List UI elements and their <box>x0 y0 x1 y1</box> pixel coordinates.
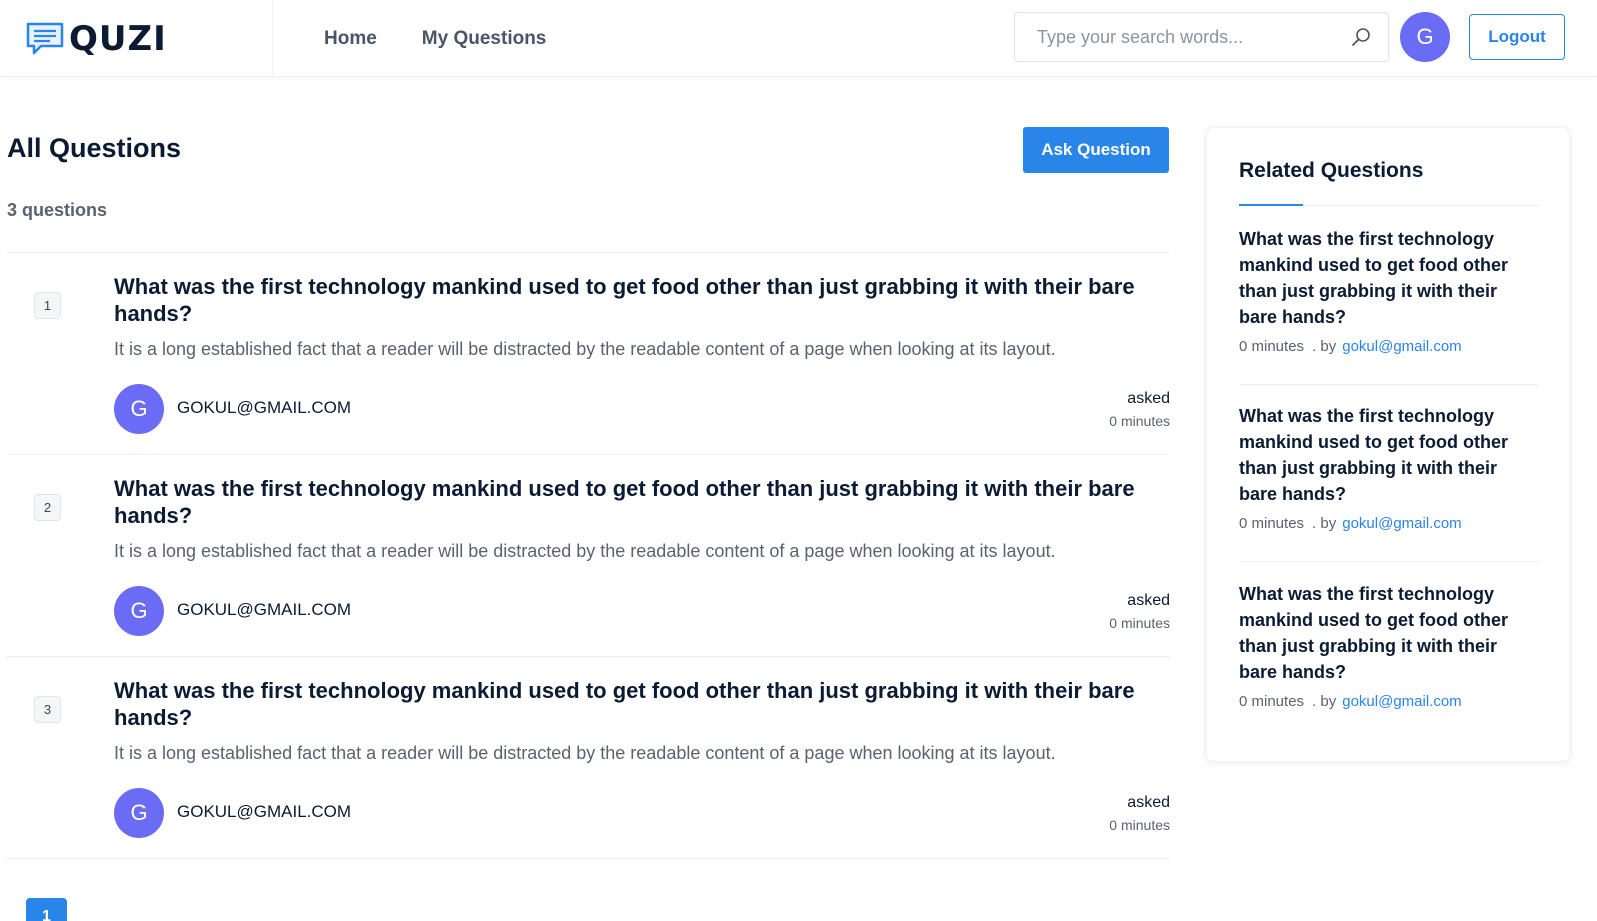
divider <box>1239 384 1539 385</box>
question-row: 3 What was the first technology mankind … <box>6 657 1170 859</box>
pagination-page-1[interactable]: 1 <box>26 898 67 921</box>
chat-bubble-icon <box>26 22 64 54</box>
related-question-time: 0 minutes <box>1239 515 1305 532</box>
nav-home-link[interactable]: Home <box>324 28 377 50</box>
question-count: 3 questions <box>7 200 108 220</box>
page-title: All Questions <box>7 133 182 163</box>
user-avatar[interactable]: G <box>1400 12 1450 62</box>
question-excerpt: It is a long established fact that a rea… <box>114 743 1056 763</box>
top-navbar: QUZI Home My Questions G Logout <box>0 0 1597 77</box>
author-email: GOKUL@GMAIL.COM <box>177 600 352 619</box>
question-excerpt: It is a long established fact that a rea… <box>114 339 1056 359</box>
brand-logo-link[interactable]: QUZI <box>0 0 273 77</box>
asked-time: 0 minutes <box>1109 413 1170 429</box>
author-avatar: G <box>114 586 164 636</box>
related-question-link[interactable]: What was the first technology mankind us… <box>1239 226 1539 330</box>
title-accent-bar <box>1239 204 1303 206</box>
related-questions-title: Related Questions <box>1239 159 1424 182</box>
author-email-link[interactable]: gokul@gmail.com <box>1342 515 1461 532</box>
logout-button[interactable]: Logout <box>1469 14 1565 60</box>
main-nav: Home My Questions <box>324 0 546 77</box>
search-input[interactable] <box>1037 26 1350 48</box>
related-questions-panel: Related Questions What was the first tec… <box>1206 127 1570 762</box>
author-email-link[interactable]: gokul@gmail.com <box>1342 693 1461 710</box>
author-email: GOKUL@GMAIL.COM <box>177 398 352 417</box>
asked-label: asked <box>1127 390 1170 407</box>
asked-time: 0 minutes <box>1109 615 1170 631</box>
related-question-item: What was the first technology mankind us… <box>1239 403 1539 532</box>
related-question-meta: 0 minutes . by gokul@gmail.com <box>1239 515 1539 532</box>
question-excerpt: It is a long established fact that a rea… <box>114 541 1056 561</box>
related-question-time: 0 minutes <box>1239 338 1305 355</box>
related-question-item: What was the first technology mankind us… <box>1239 226 1539 355</box>
by-label: . by <box>1312 693 1337 710</box>
question-title-link[interactable]: What was the first technology mankind us… <box>114 273 1154 327</box>
question-title-link[interactable]: What was the first technology mankind us… <box>114 475 1154 529</box>
question-number-badge: 1 <box>34 292 61 319</box>
author-email: GOKUL@GMAIL.COM <box>177 802 352 821</box>
question-row: 1 What was the first technology mankind … <box>6 253 1170 455</box>
asked-time: 0 minutes <box>1109 817 1170 833</box>
asked-label: asked <box>1127 794 1170 811</box>
author-email-link[interactable]: gokul@gmail.com <box>1342 338 1461 355</box>
question-number-badge: 3 <box>34 696 61 723</box>
related-question-link[interactable]: What was the first technology mankind us… <box>1239 403 1539 507</box>
nav-my-questions-link[interactable]: My Questions <box>422 28 547 50</box>
author-avatar: G <box>114 788 164 838</box>
question-list: 1 What was the first technology mankind … <box>6 252 1170 859</box>
by-label: . by <box>1312 515 1337 532</box>
search-box <box>1014 12 1389 62</box>
question-row: 2 What was the first technology mankind … <box>6 455 1170 657</box>
related-question-meta: 0 minutes . by gokul@gmail.com <box>1239 338 1539 355</box>
ask-question-button[interactable]: Ask Question <box>1023 127 1169 173</box>
by-label: . by <box>1312 338 1337 355</box>
author-avatar: G <box>114 384 164 434</box>
question-title-link[interactable]: What was the first technology mankind us… <box>114 677 1154 731</box>
related-question-item: What was the first technology mankind us… <box>1239 581 1539 710</box>
brand-name: QUZI <box>69 18 167 59</box>
search-icon[interactable] <box>1350 26 1372 48</box>
related-question-meta: 0 minutes . by gokul@gmail.com <box>1239 693 1539 710</box>
related-question-time: 0 minutes <box>1239 693 1305 710</box>
related-question-link[interactable]: What was the first technology mankind us… <box>1239 581 1539 685</box>
asked-label: asked <box>1127 592 1170 609</box>
question-number-badge: 2 <box>34 494 61 521</box>
divider <box>1239 561 1539 562</box>
